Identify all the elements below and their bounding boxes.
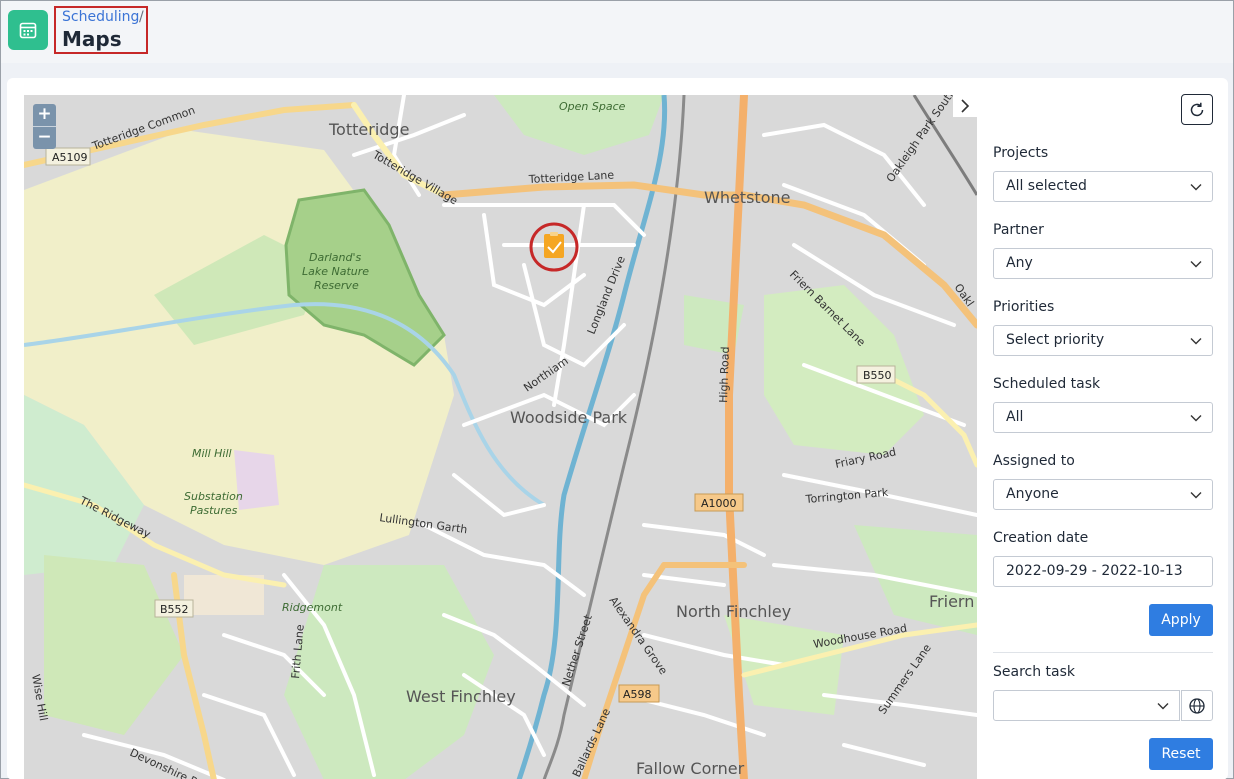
chevron-down-icon	[1190, 492, 1202, 499]
breadcrumb-separator: /	[139, 9, 144, 25]
chevron-right-icon	[961, 99, 970, 113]
reset-button[interactable]: Reset	[1149, 738, 1213, 770]
map-label-darlands-1: Darland's	[309, 251, 362, 264]
map-label-mill-hill-2: Substation	[184, 490, 243, 503]
map-label-fallow-corner: Fallow Corner	[636, 759, 745, 778]
map-label-north-finchley: North Finchley	[676, 602, 791, 621]
map-label-totteridge: Totteridge	[328, 120, 409, 139]
scheduled-task-label: Scheduled task	[993, 376, 1101, 392]
priorities-label: Priorities	[993, 299, 1055, 315]
partner-select[interactable]: Any	[993, 248, 1213, 279]
chevron-down-icon	[1190, 338, 1202, 345]
breadcrumb: Scheduling / Maps	[54, 6, 148, 54]
map-label-woodside-park: Woodside Park	[510, 408, 628, 427]
page-title: Maps	[62, 27, 122, 51]
scheduled-task-value: All	[1006, 409, 1024, 425]
assigned-to-value: Anyone	[1006, 486, 1059, 502]
road-shield-a598: A598	[623, 688, 652, 701]
map-label-friern: Friern	[929, 592, 974, 611]
map-label-mill-hill-3: Pastures	[190, 504, 238, 517]
calendar-icon[interactable]	[8, 10, 48, 50]
locate-task-button[interactable]	[1181, 690, 1213, 721]
projects-label: Projects	[993, 145, 1049, 161]
partner-label: Partner	[993, 222, 1044, 238]
page-header: Scheduling / Maps	[1, 1, 1233, 63]
chevron-down-icon	[1190, 261, 1202, 268]
projects-value: All selected	[1006, 178, 1087, 194]
globe-icon	[1189, 697, 1205, 714]
priorities-value: Select priority	[1006, 332, 1105, 348]
map-label-ridgemont: Ridgemont	[282, 601, 343, 614]
chevron-down-icon	[1190, 184, 1202, 191]
creation-date-input[interactable]: 2022-09-29 - 2022-10-13	[993, 556, 1213, 587]
map-label-open-space: Open Space	[559, 100, 626, 113]
zoom-in-button[interactable]: +	[33, 104, 56, 126]
search-task-select[interactable]	[993, 690, 1180, 721]
refresh-button[interactable]	[1181, 94, 1213, 125]
map-label-high-road: High Road	[717, 346, 732, 403]
road-shield-a5109: A5109	[52, 151, 88, 164]
priorities-select[interactable]: Select priority	[993, 325, 1213, 356]
road-shield-a1000: A1000	[701, 497, 737, 510]
chevron-down-icon	[1157, 703, 1169, 710]
partner-value: Any	[1006, 255, 1033, 271]
road-shield-b552: B552	[160, 603, 189, 616]
map-view[interactable]: Totteridge Whetstone Woodside Park North…	[24, 95, 977, 779]
map-label-darlands-2: Lake Nature	[302, 265, 369, 278]
map-zoom-control: + −	[33, 104, 56, 149]
apply-button[interactable]: Apply	[1149, 604, 1213, 636]
refresh-icon	[1190, 102, 1204, 116]
assigned-to-label: Assigned to	[993, 453, 1075, 469]
map-label-darlands-3: Reserve	[314, 279, 359, 292]
chevron-down-icon	[1190, 415, 1202, 422]
collapse-panel-button[interactable]	[953, 95, 977, 117]
map-label-mill-hill-1: Mill Hill	[192, 447, 232, 460]
scheduled-task-select[interactable]: All	[993, 402, 1213, 433]
creation-date-label: Creation date	[993, 530, 1089, 546]
search-task-label: Search task	[993, 664, 1076, 680]
assigned-to-select[interactable]: Anyone	[993, 479, 1213, 510]
panel-divider	[993, 652, 1213, 653]
breadcrumb-scheduling-link[interactable]: Scheduling	[62, 9, 139, 25]
map-label-whetstone: Whetstone	[704, 188, 790, 207]
zoom-out-button[interactable]: −	[33, 127, 56, 149]
projects-select[interactable]: All selected	[993, 171, 1213, 202]
road-shield-b550: B550	[863, 369, 892, 382]
map-label-west-finchley: West Finchley	[406, 687, 516, 706]
